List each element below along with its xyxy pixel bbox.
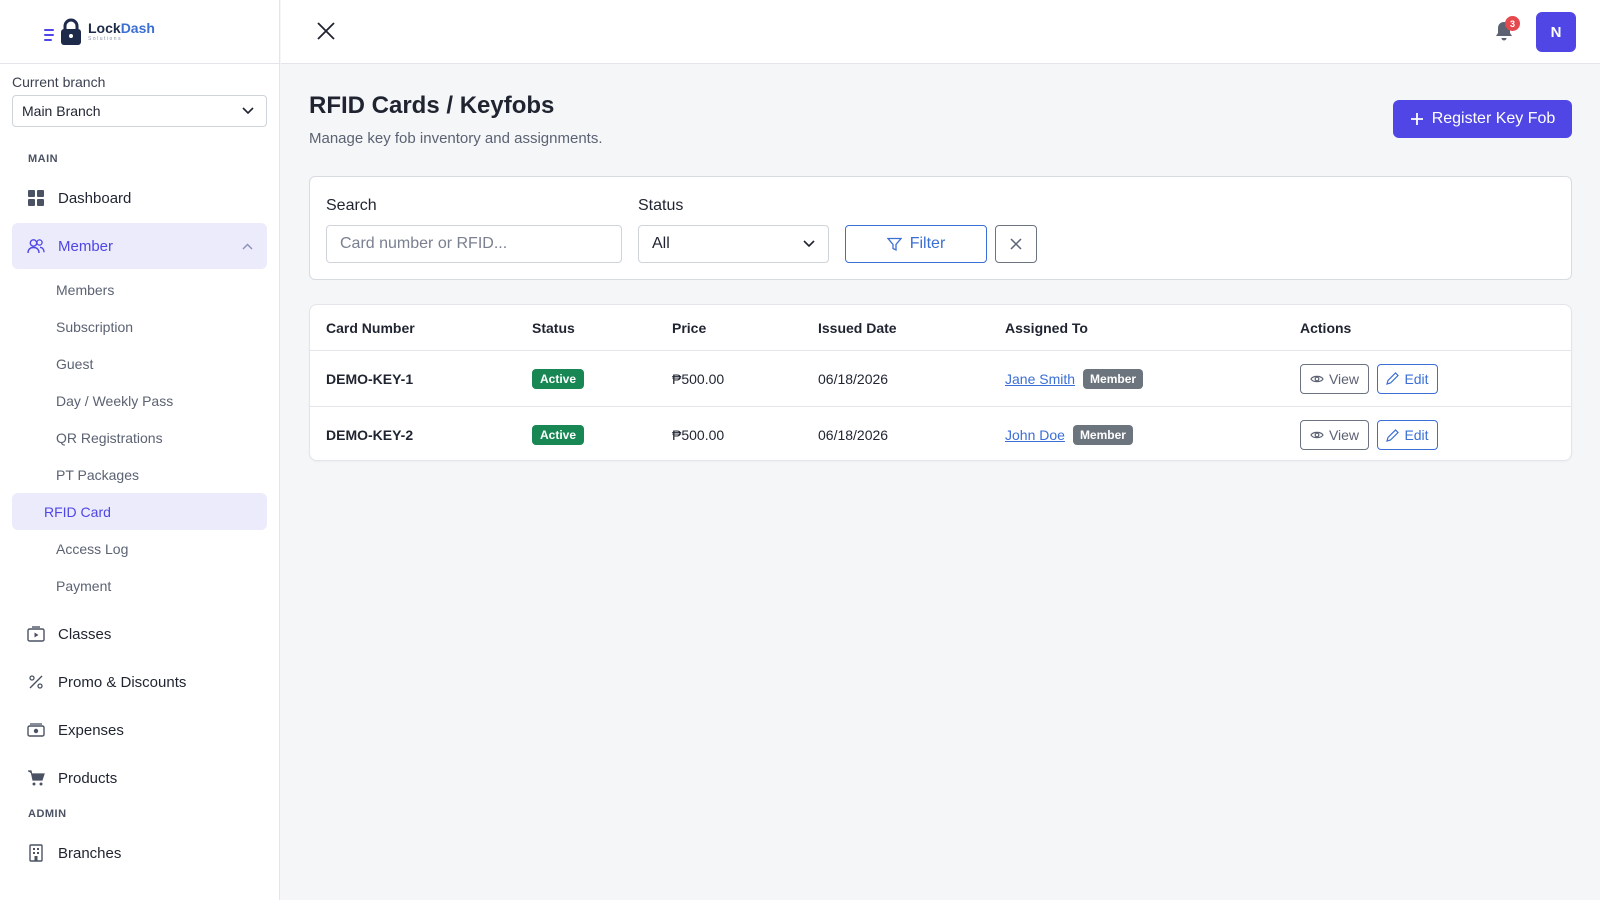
status-label: Status [638, 197, 684, 214]
card-number: DEMO-KEY-1 [326, 370, 414, 387]
branch-label: Current branch [12, 74, 106, 90]
plus-icon [1410, 113, 1423, 125]
col-actions: Actions [1300, 319, 1352, 336]
assigned-member-link[interactable]: Jane Smith [1005, 371, 1075, 387]
col-card-number[interactable]: Card Number [326, 320, 415, 336]
edit-button-label: Edit [1404, 427, 1429, 443]
sidebar-item-label: Classes [58, 625, 112, 643]
filter-button-label: Filter [909, 235, 946, 252]
search-placeholder: Card number or RFID... [340, 235, 508, 252]
sidebar-subitem-rfid-card[interactable]: RFID Card [12, 493, 267, 530]
sidebar-item-label: Products [58, 769, 118, 787]
sidebar-subitem-qr-registrations[interactable]: QR Registrations [12, 419, 267, 456]
view-button[interactable]: View [1300, 363, 1369, 394]
sidebar-item-products[interactable]: Products [0, 754, 267, 802]
issued-date: 06/18/2026 [818, 427, 889, 443]
edit-button[interactable]: Edit [1377, 363, 1438, 394]
section-label-main: MAIN [28, 153, 59, 165]
status-badge: Active [532, 368, 585, 389]
sidebar-item-classes[interactable]: Classes [0, 610, 267, 658]
percent-icon [27, 673, 45, 691]
sidebar-subitem-payment[interactable]: Payment [12, 567, 267, 604]
sidebar-item-dashboard[interactable]: Dashboard [0, 175, 267, 221]
status-select[interactable]: All [638, 225, 829, 263]
eye-icon [1310, 431, 1324, 439]
table-row: DEMO-KEY-1 Active ₱500.00 06/18/2026 Jan… [310, 351, 1571, 407]
col-assigned-to[interactable]: Assigned To [1005, 320, 1088, 336]
edit-button-label: Edit [1404, 370, 1429, 387]
chevron-down-icon [803, 240, 815, 248]
close-icon [1010, 238, 1022, 250]
sidebar-item-label: Branches [58, 844, 122, 862]
sidebar-subitem-pt-packages[interactable]: PT Packages [12, 456, 267, 493]
col-price[interactable]: Price [672, 320, 706, 336]
issued-date: 06/18/2026 [818, 370, 889, 387]
eye-icon [1310, 375, 1324, 382]
chevron-down-icon [242, 107, 254, 115]
topbar: 3 N [281, 0, 1600, 64]
page-subtitle: Manage key fob inventory and assignments… [309, 130, 603, 147]
sidebar-item-label: Expenses [58, 721, 124, 739]
register-key-fob-label: Register Key Fob [1431, 110, 1556, 127]
brand-logo[interactable]: LockDash Solutions [0, 0, 279, 64]
brand-name: LockDash [88, 20, 155, 36]
sidebar-subitem-day-weekly-pass[interactable]: Day / Weekly Pass [12, 382, 267, 419]
avatar[interactable]: N [1536, 12, 1576, 52]
role-badge: Member [1083, 368, 1144, 389]
classes-icon [27, 625, 45, 643]
grid-icon [27, 189, 45, 207]
branch-select[interactable]: Main Branch [12, 95, 267, 127]
sidebar-subitem-access-log[interactable]: Access Log [12, 530, 267, 567]
card-number: DEMO-KEY-2 [326, 427, 414, 443]
sidebar-subitem-members[interactable]: Members [12, 271, 267, 308]
table-row: DEMO-KEY-2 Active ₱500.00 06/18/2026 Joh… [310, 407, 1571, 463]
chevron-up-icon [242, 243, 253, 249]
sidebar-item-expenses[interactable]: Expenses [0, 706, 267, 754]
filter-funnel-icon [886, 237, 902, 251]
table-header-row: Card Number Status Price Issued Date Ass… [310, 305, 1571, 351]
status-selected-value: All [652, 235, 670, 252]
menu-lines-icon [44, 28, 54, 41]
price: ₱500.00 [672, 427, 725, 443]
branch-selected-value: Main Branch [22, 103, 101, 119]
filter-button[interactable]: Filter [845, 225, 987, 263]
sidebar-item-label: Promo & Discounts [58, 673, 187, 691]
building-icon [27, 844, 45, 862]
sidebar-item-member[interactable]: Member [12, 223, 267, 269]
sidebar-subitem-subscription[interactable]: Subscription [12, 308, 267, 345]
clear-filter-button[interactable] [995, 225, 1037, 263]
cash-icon [27, 721, 45, 739]
pencil-icon [1386, 372, 1400, 385]
edit-button[interactable]: Edit [1377, 420, 1438, 450]
col-status[interactable]: Status [532, 320, 575, 336]
brand-subtitle: Solutions [88, 36, 123, 42]
role-badge: Member [1072, 425, 1133, 445]
assigned-member-link[interactable]: John Doe [1005, 427, 1065, 443]
view-button[interactable]: View [1300, 420, 1369, 450]
view-button-label: View [1328, 370, 1360, 387]
sidebar: LockDash Solutions Current branch Main B… [0, 0, 280, 900]
sidebar-subitem-guest[interactable]: Guest [12, 345, 267, 382]
cart-icon [27, 769, 45, 787]
search-input[interactable]: Card number or RFID... [326, 225, 622, 263]
rfid-table: Card Number Status Price Issued Date Ass… [309, 304, 1572, 461]
sidebar-item-promo[interactable]: Promo & Discounts [0, 658, 267, 706]
sidebar-item-branches[interactable]: Branches [0, 830, 267, 876]
sidebar-item-label: Member [58, 237, 114, 255]
users-icon [27, 237, 45, 255]
col-issued-date[interactable]: Issued Date [818, 320, 897, 336]
notification-badge: 3 [1505, 16, 1520, 31]
page-title: RFID Cards / Keyfobs [309, 92, 555, 119]
search-label: Search [326, 197, 377, 214]
section-label-admin: ADMIN [28, 808, 67, 820]
register-key-fob-button[interactable]: Register Key Fob [1393, 100, 1572, 138]
filter-panel: Search Card number or RFID... Status All… [309, 176, 1572, 280]
pencil-icon [1386, 428, 1400, 442]
view-button-label: View [1328, 427, 1360, 443]
sidebar-item-label: Dashboard [58, 189, 132, 207]
status-badge: Active [532, 425, 585, 445]
lock-icon [60, 18, 82, 46]
price: ₱500.00 [672, 370, 725, 387]
close-sidebar-icon[interactable] [315, 20, 337, 42]
